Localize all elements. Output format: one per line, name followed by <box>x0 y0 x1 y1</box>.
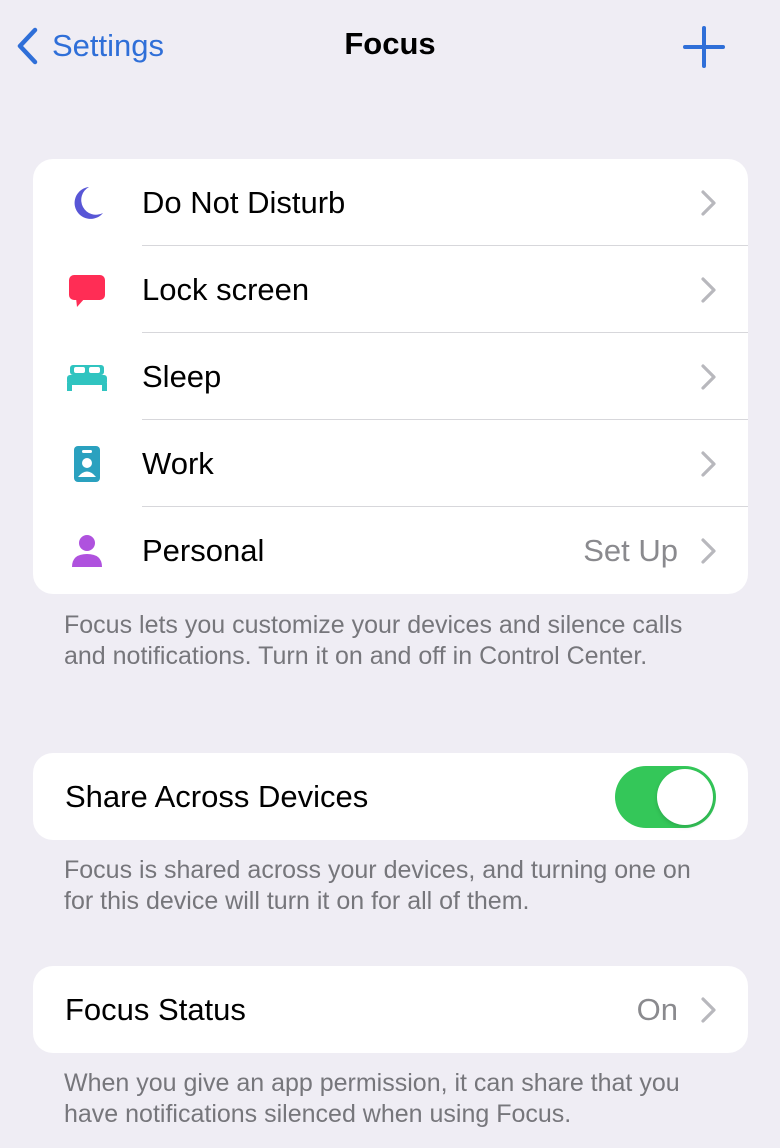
bed-icon <box>65 355 109 399</box>
add-focus-button[interactable] <box>682 25 726 69</box>
navigation-bar: Settings Focus <box>0 0 780 92</box>
focus-row-lock-screen[interactable]: Lock screen <box>33 246 748 333</box>
focus-row-label: Sleep <box>142 358 222 394</box>
set-up-label: Set Up <box>583 532 678 568</box>
toggle-knob <box>657 768 713 825</box>
focus-row-do-not-disturb[interactable]: Do Not Disturb <box>33 159 748 246</box>
focus-modes-list: Do Not Disturb Lock screen Sleep Work Pe… <box>33 159 748 594</box>
focus-status-row[interactable]: Focus Status On <box>33 966 748 1053</box>
focus-row-sleep[interactable]: Sleep <box>33 333 748 420</box>
plus-icon <box>683 26 725 68</box>
focus-row-label: Lock screen <box>142 271 310 307</box>
focus-footer-text: Focus lets you customize your devices an… <box>64 611 683 670</box>
focus-status-group: Focus Status On <box>33 966 748 1053</box>
moon-icon <box>65 181 109 225</box>
share-across-devices-row: Share Across Devices <box>33 753 748 840</box>
share-across-devices-label: Share Across Devices <box>65 778 369 814</box>
speech-bubble-icon <box>65 268 109 312</box>
chevron-right-icon <box>701 996 716 1023</box>
focus-row-label: Personal <box>142 532 265 568</box>
focus-row-personal[interactable]: Personal Set Up <box>33 507 748 594</box>
focus-status-label: Focus Status <box>65 991 246 1027</box>
chevron-right-icon <box>701 537 716 564</box>
status-footer-text: When you give an app permission, it can … <box>64 1069 680 1128</box>
page-title: Focus <box>344 26 436 61</box>
id-badge-icon <box>65 442 109 486</box>
focus-settings-page: Settings Focus Do Not Disturb Lock scree… <box>0 0 780 1148</box>
share-footer-text: Focus is shared across your devices, and… <box>64 856 691 915</box>
person-icon <box>65 529 109 573</box>
chevron-right-icon <box>701 363 716 390</box>
chevron-right-icon <box>701 276 716 303</box>
share-across-devices-toggle[interactable] <box>615 765 716 828</box>
share-across-devices-group: Share Across Devices <box>33 753 748 840</box>
focus-row-label: Do Not Disturb <box>142 184 346 220</box>
focus-row-label: Work <box>142 445 214 481</box>
chevron-right-icon <box>701 189 716 216</box>
chevron-right-icon <box>701 450 716 477</box>
focus-status-value: On <box>636 991 678 1027</box>
focus-row-work[interactable]: Work <box>33 420 748 507</box>
